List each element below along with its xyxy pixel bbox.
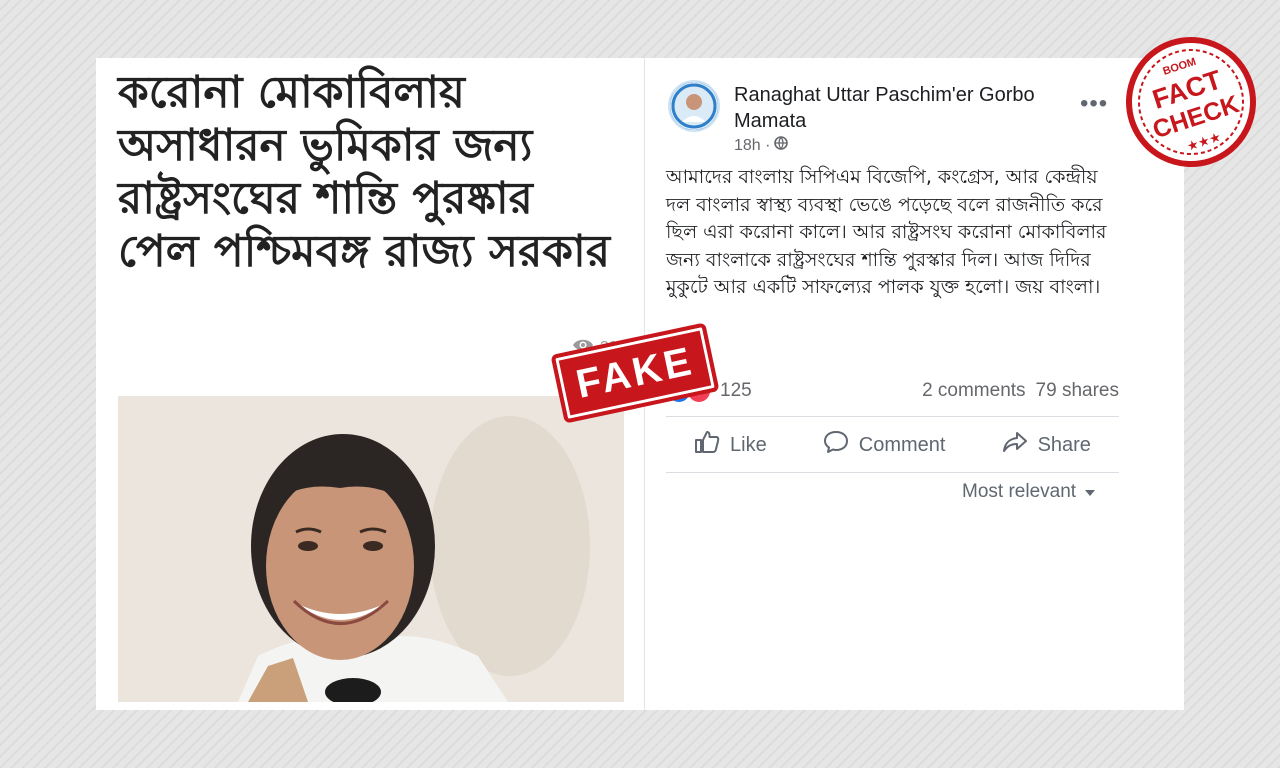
article-headline: করোনা মোকাবিলায় অসাধারন ভুমিকার জন্য রা…: [118, 67, 611, 277]
reaction-count[interactable]: 125: [720, 380, 752, 402]
like-label: Like: [730, 433, 767, 456]
page-avatar[interactable]: [668, 80, 720, 132]
globe-icon: [774, 136, 789, 155]
caret-down-icon: [1084, 481, 1096, 503]
shares-count-link[interactable]: 79 shares: [1036, 380, 1119, 402]
comment-sort-label: Most relevant: [962, 481, 1077, 502]
post-time-text: 18h ·: [734, 136, 771, 154]
divider: [666, 472, 1119, 473]
more-icon[interactable]: •••: [1080, 90, 1108, 118]
comment-label: Comment: [858, 433, 946, 456]
post-body-text: আমাদের বাংলায় সিপিএম বিজেপি, কংগ্রেস, আ…: [666, 166, 1107, 298]
share-button[interactable]: Share: [1002, 430, 1091, 460]
article-photo: [118, 396, 624, 702]
comment-button[interactable]: Comment: [823, 430, 946, 460]
share-icon: [1002, 430, 1028, 460]
portrait-illustration: [118, 396, 624, 702]
post-timestamp[interactable]: 18h ·: [734, 136, 789, 155]
reactions-summary: 125 2 comments 79 shares: [666, 376, 1119, 406]
fact-check-seal: BOOM FACT CHECK ★★★: [1126, 37, 1256, 167]
thumbs-up-icon: [694, 430, 720, 460]
divider: [666, 416, 1119, 417]
like-button[interactable]: Like: [694, 430, 767, 460]
post-actions: Like Comment Share: [666, 420, 1119, 470]
page-name-link[interactable]: Ranaghat Uttar Paschim'er Gorbo Mamata: [734, 82, 1074, 134]
comment-icon: [823, 430, 849, 460]
comment-sort-dropdown[interactable]: Most relevant: [962, 481, 1096, 503]
comments-count-link[interactable]: 2 comments: [922, 380, 1025, 402]
fake-stamp-label: FAKE: [572, 338, 698, 407]
share-label: Share: [1037, 433, 1091, 456]
facebook-post-panel: Ranaghat Uttar Paschim'er Gorbo Mamata 1…: [646, 58, 1184, 710]
